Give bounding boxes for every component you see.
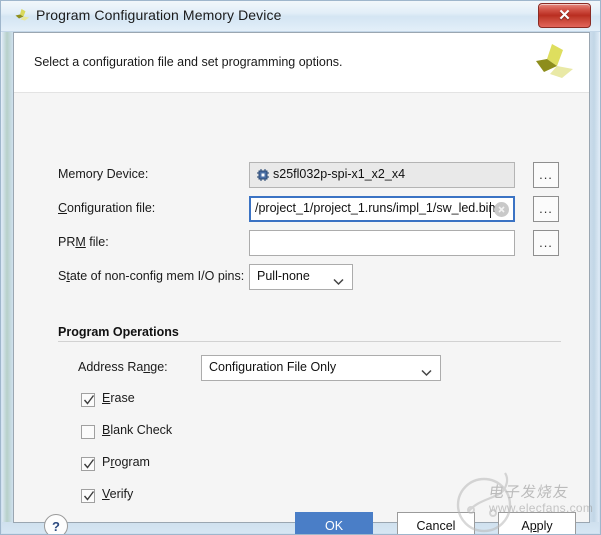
non-config-pins-select[interactable]: Pull-none: [249, 264, 353, 290]
configuration-file-input[interactable]: /project_1/project_1.runs/impl_1/sw_led.…: [249, 196, 515, 222]
configuration-file-label: Configuration file:: [58, 201, 155, 215]
ok-button-label: OK: [325, 519, 343, 533]
prm-file-label: PRM file:: [58, 235, 109, 249]
checkbox-label: Erase: [102, 391, 135, 405]
address-range-select[interactable]: Configuration File Only: [201, 355, 441, 381]
memory-device-browse-button[interactable]: ...: [533, 162, 559, 188]
memory-device-row: Memory Device:: [14, 162, 589, 188]
banner-description: Select a configuration file and set prog…: [34, 55, 343, 69]
apply-button[interactable]: Apply: [498, 512, 576, 535]
xilinx-logo-icon: [530, 41, 576, 85]
window-title: Program Configuration Memory Device: [36, 7, 281, 23]
ok-button[interactable]: OK: [295, 512, 373, 535]
title-bar: Program Configuration Memory Device ✕: [1, 1, 600, 32]
checkbox-box[interactable]: [81, 425, 95, 439]
chevron-down-icon: [333, 273, 344, 281]
program-operations-divider: [58, 341, 561, 342]
question-mark-icon: ?: [52, 519, 60, 534]
chevron-down-icon: [421, 364, 432, 372]
address-range-label: Address Range:: [78, 360, 168, 374]
memory-device-field[interactable]: s25fl032p-spi-x1_x2_x4: [249, 162, 515, 188]
dialog-client-area: Select a configuration file and set prog…: [13, 32, 590, 523]
non-config-pins-value: Pull-none: [257, 269, 310, 283]
checkbox-label: Program: [102, 455, 150, 469]
memory-device-value: s25fl032p-spi-x1_x2_x4: [273, 167, 405, 181]
dialog-window: Program Configuration Memory Device ✕ Se…: [0, 0, 601, 535]
close-icon: ✕: [558, 8, 571, 23]
window-frame-left: [2, 25, 13, 533]
program-operations-title: Program Operations: [58, 325, 185, 339]
clear-circle-icon[interactable]: [494, 202, 509, 217]
dialog-body: Memory Device:: [14, 94, 589, 522]
dialog-banner: Select a configuration file and set prog…: [14, 33, 589, 93]
ellipsis-icon: ...: [539, 205, 553, 213]
prm-file-browse-button[interactable]: ...: [533, 230, 559, 256]
help-button[interactable]: ?: [44, 514, 68, 535]
configuration-file-browse-button[interactable]: ...: [533, 196, 559, 222]
check-icon: [82, 489, 96, 503]
checkbox-box[interactable]: [81, 489, 95, 503]
xilinx-logo-icon: [13, 8, 31, 25]
address-range-row: Address Range: Configuration File Only: [14, 355, 589, 381]
text-caret: [490, 202, 491, 218]
close-button[interactable]: ✕: [538, 3, 591, 28]
checkbox-box[interactable]: [81, 393, 95, 407]
configuration-file-value: /project_1/project_1.runs/impl_1/sw_led.…: [255, 201, 499, 215]
configuration-file-row: Configuration file: /project_1/project_1…: [14, 196, 589, 222]
prm-file-input[interactable]: [249, 230, 515, 256]
non-config-pins-row: State of non-config mem I/O pins: Pull-n…: [14, 264, 589, 290]
checkbox-box[interactable]: [81, 457, 95, 471]
prm-file-row: PRM file: ...: [14, 230, 589, 256]
non-config-pins-label: State of non-config mem I/O pins:: [58, 269, 244, 283]
checkbox-label: Blank Check: [102, 423, 172, 437]
check-icon: [82, 393, 96, 407]
apply-button-label: Apply: [521, 519, 552, 533]
address-range-value: Configuration File Only: [209, 360, 336, 374]
checkbox-label: Verify: [102, 487, 133, 501]
ellipsis-icon: ...: [539, 171, 553, 179]
cancel-button-label: Cancel: [417, 519, 456, 533]
memory-device-label: Memory Device:: [58, 167, 148, 181]
cancel-button[interactable]: Cancel: [397, 512, 475, 535]
ellipsis-icon: ...: [539, 239, 553, 247]
memory-chip-icon: [256, 168, 270, 182]
check-icon: [82, 457, 96, 471]
